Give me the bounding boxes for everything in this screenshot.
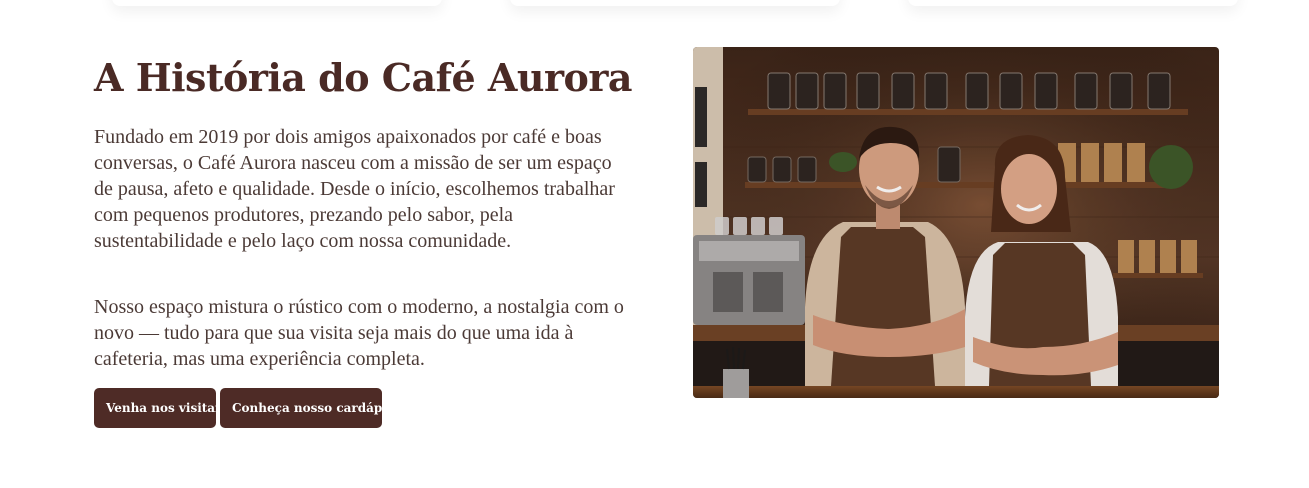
previous-section-card [112,0,442,6]
previous-section-card [510,0,840,6]
baristas-photo [693,47,1219,398]
about-text-column: A História do Café Aurora Fundado em 201… [94,52,633,370]
about-paragraph-1: Fundado em 2019 por dois amigos apaixona… [94,126,615,252]
about-title: A História do Café Aurora [94,55,633,100]
about-paragraph-2: Nosso espaço mistura o rústico com o mod… [94,296,624,370]
previous-section-card [908,0,1238,6]
about-actions: Venha nos visitar! Conheça nosso cardápi… [94,388,400,428]
view-menu-button[interactable]: Conheça nosso cardápio! [220,388,400,428]
visit-us-button[interactable]: Venha nos visitar! [94,388,227,428]
